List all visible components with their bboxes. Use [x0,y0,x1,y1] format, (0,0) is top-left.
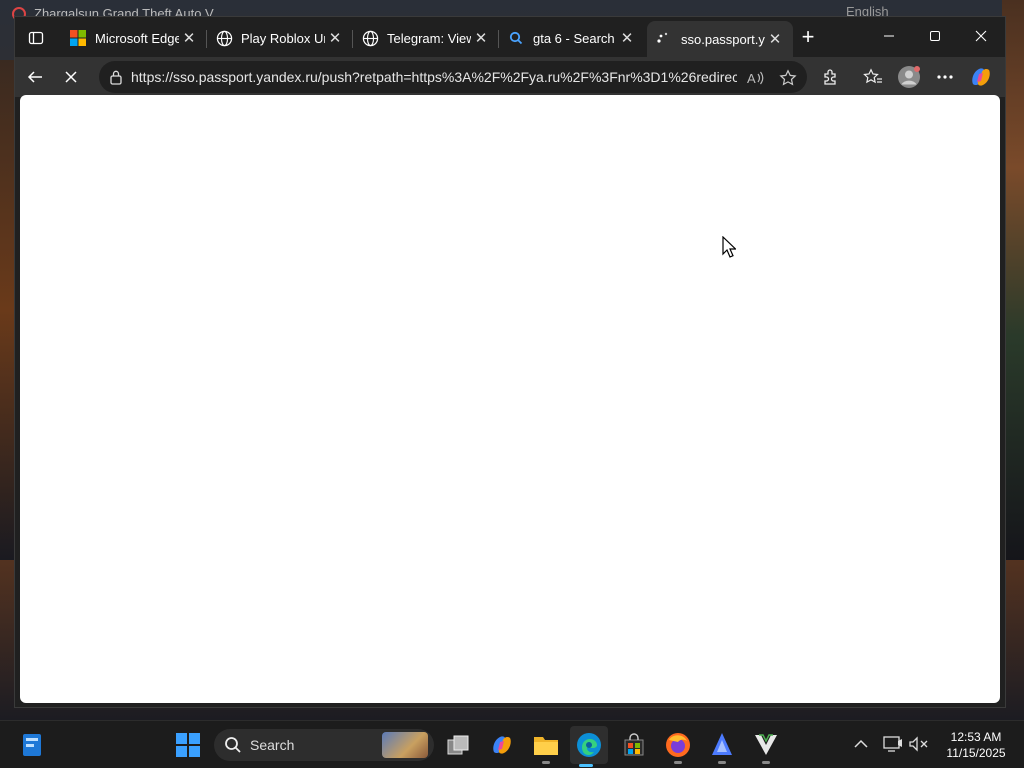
tab-gta-search[interactable]: gta 6 - Search ✕ [499,21,645,55]
taskbar-file-explorer[interactable] [530,729,562,764]
taskbar-edge[interactable] [570,726,608,767]
mouse-cursor [722,235,737,263]
stop-loading-button[interactable] [59,65,83,89]
search-highlight-image [382,732,428,758]
new-tab-button[interactable]: + [797,26,819,49]
minimize-button[interactable] [869,25,909,47]
monitor-icon [883,736,902,752]
copilot-icon [972,68,990,86]
start-icon [176,733,200,757]
taskbar-app[interactable] [706,729,738,764]
tab-label: Play Roblox Unb [241,30,325,46]
url-text[interactable]: https://sso.passport.yandex.ru/push?retp… [131,69,737,85]
task-view-icon [447,735,469,755]
taskbar-copilot[interactable] [486,729,518,761]
taskbar-store[interactable] [618,729,650,761]
edge-icon [577,733,601,757]
back-arrow-icon [27,71,42,83]
read-aloud-icon[interactable]: A [745,67,767,89]
close-tab-icon[interactable]: ✕ [765,29,785,49]
tab-label: Telegram: View [387,30,471,46]
lock-icon[interactable] [109,69,123,90]
globe-icon [215,29,233,47]
clock-date: 11/15/2025 [946,746,1006,760]
maximize-icon [930,31,940,41]
microsoft-logo-icon [69,29,87,47]
tab-sso-passport[interactable]: sso.passport.ya ✕ [647,21,793,57]
taskbar-firefox[interactable] [662,729,694,764]
start-button[interactable] [172,729,204,761]
speaker-muted-icon [909,736,928,752]
show-hidden-icons-button[interactable] [850,733,872,755]
copilot-icon [493,736,511,754]
search-icon [224,736,242,759]
globe-icon [361,29,379,47]
tab-label: Microsoft Edge [95,30,179,46]
tab-label: gta 6 - Search [533,30,615,46]
stop-icon [65,71,77,83]
address-bar[interactable]: https://sso.passport.yandex.ru/push?retp… [99,61,807,93]
favorites-button[interactable] [861,65,885,89]
tab-play-roblox[interactable]: Play Roblox Unb ✕ [207,21,353,55]
chevron-up-icon [854,739,868,748]
close-tab-icon[interactable]: ✕ [325,28,345,48]
search-icon [507,29,525,47]
favorites-icon [863,68,882,84]
minimize-icon [884,35,894,37]
network-sound-tray-icon[interactable] [908,733,930,755]
avatar [898,66,920,88]
close-tab-icon[interactable]: ✕ [179,28,199,48]
tab-label: sso.passport.ya [681,31,765,47]
profile-button[interactable] [897,65,921,89]
firefox-icon [666,733,690,757]
taskbar-search[interactable]: Search [214,729,434,761]
store-icon [624,733,644,756]
search-label: Search [250,737,295,753]
clock-time: 12:53 AM [950,730,1002,744]
browser-window: Microsoft Edge ✕ Play Roblox Unb ✕ Teleg… [14,16,1006,708]
loading-spinner-icon [655,30,673,48]
svg-text:A: A [747,71,756,86]
widgets-icon [23,734,41,756]
page-content-area[interactable] [20,95,1000,703]
favorite-star-icon[interactable] [777,67,799,89]
close-window-button[interactable] [961,25,1001,47]
tab-actions-icon [28,31,44,45]
browser-toolbar: https://sso.passport.yandex.ru/push?retp… [15,57,1005,97]
tab-actions-button[interactable] [23,27,49,49]
copilot-button[interactable] [969,65,993,89]
puzzle-icon [824,69,836,85]
task-view-button[interactable] [442,729,474,761]
back-button[interactable] [23,65,47,89]
folder-icon [534,737,558,755]
tab-strip: Microsoft Edge ✕ Play Roblox Unb ✕ Teleg… [15,17,1005,57]
settings-more-button[interactable] [933,65,957,89]
app-icon [712,733,732,755]
taskbar-gta[interactable] [750,729,782,764]
display-tray-icon[interactable] [882,733,904,755]
taskbar: Search 12:53 AM 11/15/2025 [0,720,1024,768]
system-clock[interactable]: 12:53 AM 11/15/2025 [934,729,1018,761]
ellipsis-icon [937,75,953,79]
tab-telegram[interactable]: Telegram: View ✕ [353,21,499,55]
maximize-button[interactable] [915,25,955,47]
widgets-button[interactable] [16,729,48,761]
close-icon [975,30,987,42]
tab-microsoft-edge[interactable]: Microsoft Edge ✕ [61,21,207,55]
gta-icon [755,734,777,755]
extensions-button[interactable] [819,65,843,89]
close-tab-icon[interactable]: ✕ [471,28,491,48]
close-tab-icon[interactable]: ✕ [617,28,637,48]
